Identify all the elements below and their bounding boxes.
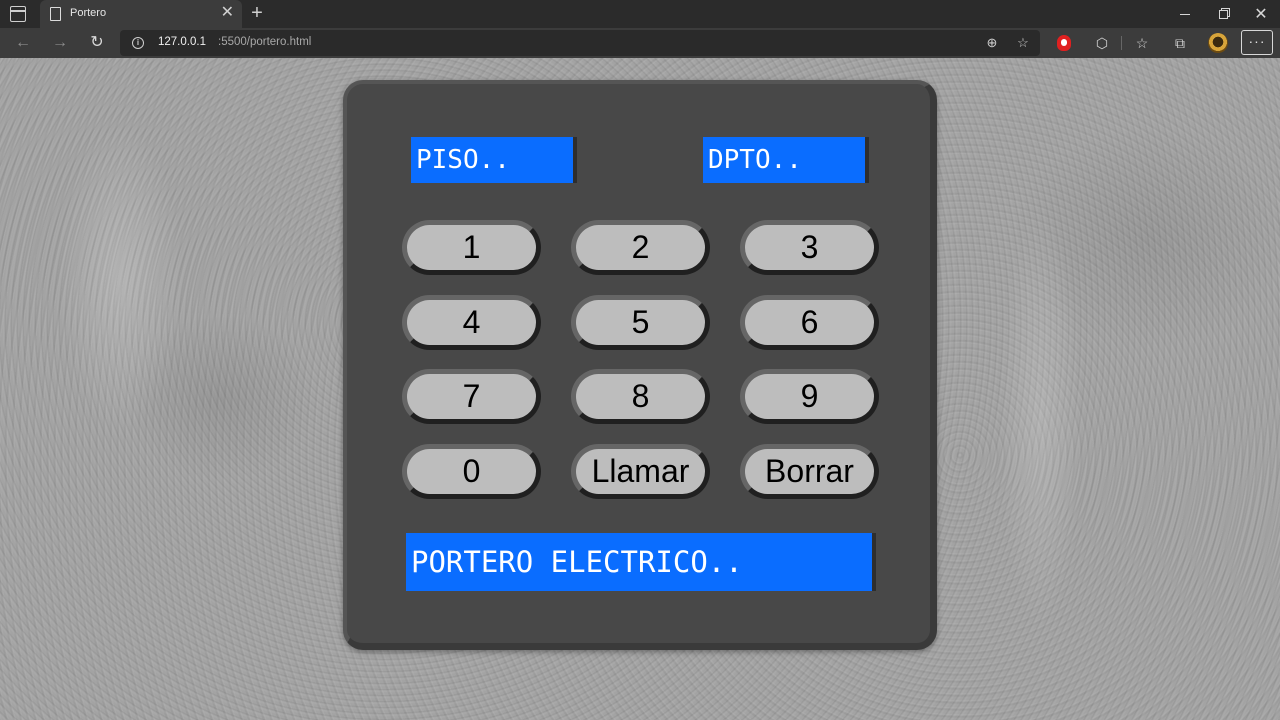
toolbar-divider (1121, 36, 1122, 50)
add-favorite-icon[interactable]: ☆ (1015, 35, 1031, 51)
key-1-button[interactable]: 1 (402, 220, 541, 275)
url-path: :5500/portero.html (218, 36, 312, 48)
window-controls: ✕ (1166, 0, 1280, 28)
browser-titlebar: Portero ✕ + ✕ (0, 0, 1280, 28)
page-background: PISO.. DPTO.. 1 2 3 4 5 6 7 8 9 0 Llamar… (0, 58, 1280, 720)
key-5-button[interactable]: 5 (571, 295, 710, 350)
zoom-icon[interactable]: ⊕ (984, 35, 1000, 51)
key-6-button[interactable]: 6 (740, 295, 879, 350)
forward-button[interactable]: → (49, 32, 71, 54)
key-9-button[interactable]: 9 (740, 369, 879, 424)
minimize-icon (1180, 13, 1190, 15)
browser-tab[interactable]: Portero ✕ (40, 0, 242, 28)
collections-icon[interactable]: ⧉ (1171, 34, 1189, 52)
profile-avatar[interactable] (1208, 33, 1228, 53)
site-info-icon[interactable]: i (132, 37, 144, 49)
restore-button[interactable] (1204, 0, 1242, 28)
main-display: PORTERO ELECTRICO.. (406, 533, 876, 591)
close-window-button[interactable]: ✕ (1242, 0, 1280, 28)
page-icon (50, 7, 61, 21)
key-7-button[interactable]: 7 (402, 369, 541, 424)
restore-icon (1218, 9, 1228, 19)
url-host: 127.0.0.1 (158, 36, 206, 48)
call-button[interactable]: Llamar (571, 444, 710, 499)
address-bar[interactable]: i 127.0.0.1 :5500/portero.html ⊕ ☆ (120, 30, 1040, 56)
new-tab-button[interactable]: + (248, 1, 266, 25)
tab-title: Portero (70, 7, 107, 19)
extensions-puzzle-icon[interactable]: ⬡ (1093, 34, 1111, 52)
intercom-panel: PISO.. DPTO.. 1 2 3 4 5 6 7 8 9 0 Llamar… (343, 80, 937, 650)
extension-icon[interactable] (1057, 35, 1071, 51)
clear-button[interactable]: Borrar (740, 444, 879, 499)
key-3-button[interactable]: 3 (740, 220, 879, 275)
piso-display: PISO.. (411, 137, 577, 183)
back-button[interactable]: ← (12, 32, 34, 54)
reload-button[interactable]: ↻ (86, 32, 108, 54)
tab-actions-icon[interactable] (10, 6, 26, 22)
close-tab-icon[interactable]: ✕ (221, 4, 234, 22)
minimize-button[interactable] (1166, 0, 1204, 28)
dpto-display: DPTO.. (703, 137, 869, 183)
key-0-button[interactable]: 0 (402, 444, 541, 499)
key-8-button[interactable]: 8 (571, 369, 710, 424)
more-menu-button[interactable]: ··· (1241, 30, 1273, 55)
browser-toolbar: ← → ↻ i 127.0.0.1 :5500/portero.html ⊕ ☆… (0, 28, 1280, 58)
key-2-button[interactable]: 2 (571, 220, 710, 275)
favorites-icon[interactable]: ☆ (1133, 34, 1151, 52)
close-icon: ✕ (1254, 6, 1268, 23)
key-4-button[interactable]: 4 (402, 295, 541, 350)
